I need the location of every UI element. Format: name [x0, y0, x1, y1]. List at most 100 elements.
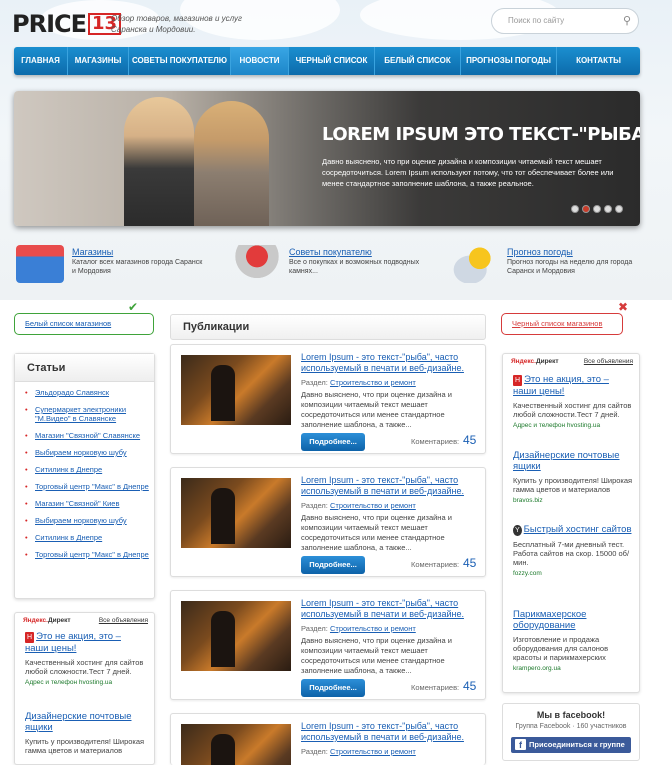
slider-dots	[571, 205, 623, 213]
slider-dot[interactable]	[604, 205, 612, 213]
nav-blacklist[interactable]: ЧЕРНЫЙ СПИСОК	[289, 47, 375, 75]
post-excerpt: Давно выяснено, что при оценке дизайна и…	[301, 636, 452, 675]
hosting-icon: H	[513, 375, 523, 386]
thumbs-up-icon: ✔	[128, 300, 139, 314]
post-section-link[interactable]: Строительство и ремонт	[330, 501, 416, 510]
article-link[interactable]: Супермаркет электроники "М.Видео" в Слав…	[25, 405, 150, 423]
feature-shops-link[interactable]: Магазины	[72, 247, 113, 257]
thumbs-down-icon: ✖	[618, 300, 629, 314]
nav-advice[interactable]: СОВЕТЫ ПОКУПАТЕЛЮ	[129, 47, 231, 75]
post-excerpt: Давно выяснено, что при оценке дизайна и…	[301, 513, 452, 552]
post-section: Раздел: Строительство и ремонт	[301, 747, 416, 756]
ad-item[interactable]: Дизайнерские почтовые ящики Купить у про…	[513, 450, 633, 504]
ad-title[interactable]: Парикмахерское оборудование	[513, 609, 633, 631]
nav-home[interactable]: ГЛАВНАЯ	[14, 47, 68, 75]
nav-shops[interactable]: МАГАЗИНЫ	[68, 47, 129, 75]
ad-url[interactable]: Адрес и телефон hvosting.ua	[25, 679, 145, 686]
post-title[interactable]: Lorem Ipsum - это текст-"рыба", часто ис…	[301, 475, 481, 497]
read-more-button[interactable]: Подробнее...	[301, 433, 365, 451]
article-link[interactable]: Магазин "Связной" Славянске	[25, 431, 150, 440]
article-link[interactable]: Торговый центр "Макс" в Днепре	[25, 550, 150, 559]
ad-item[interactable]: Y Быстрый хостинг сайтов Бесплатный 7-ми …	[513, 524, 633, 577]
comments-label: Коментариев:	[411, 560, 460, 569]
ad-title[interactable]: Это не акция, это – наши цены!	[25, 631, 121, 654]
search-input[interactable]: Поиск по сайту	[491, 8, 639, 34]
ad-title[interactable]: Дизайнерские почтовые ящики	[513, 450, 633, 472]
post-title[interactable]: Lorem Ipsum - это текст-"рыба", часто ис…	[301, 598, 481, 620]
all-ads-link[interactable]: Все объявления	[584, 358, 633, 365]
post-section-link[interactable]: Строительство и ремонт	[330, 747, 416, 756]
white-list-label: Белый список магазинов	[25, 319, 112, 328]
slider-dot[interactable]	[615, 205, 623, 213]
ad-title[interactable]: Быстрый хостинг сайтов	[524, 524, 632, 535]
ad-item[interactable]: H Это не акция, это – наши цены! Качестве…	[513, 374, 633, 429]
ad-url[interactable]: fozzy.com	[513, 570, 633, 577]
article-link[interactable]: Магазин "Связной" Киев	[25, 499, 150, 508]
article-link[interactable]: Торговый центр "Макс" в Днепре	[25, 482, 150, 491]
facebook-title: Мы в facebook!	[536, 710, 606, 720]
slider-dot-active[interactable]	[582, 205, 590, 213]
post-image[interactable]	[181, 724, 291, 765]
black-list-link[interactable]: Черный список магазинов	[501, 313, 623, 335]
hero-slider[interactable]: LOREM IPSUM ЭТО ТЕКСТ-"РЫБА" Давно выясн…	[14, 91, 640, 226]
nav-whitelist[interactable]: БЕЛЫЙ СПИСОК	[375, 47, 461, 75]
post-image[interactable]	[181, 355, 291, 425]
feature-advice-desc: Все о покупках и возможных подводных кам…	[289, 259, 420, 275]
white-list-link[interactable]: Белый список магазинов	[14, 313, 154, 335]
post-section-link[interactable]: Строительство и ремонт	[330, 378, 416, 387]
ad-item[interactable]: Дизайнерские почтовые ящики Купить у про…	[25, 711, 145, 755]
ad-title[interactable]: Дизайнерские почтовые ящики	[25, 711, 145, 733]
slider-photo-woman-1	[124, 97, 194, 226]
post-card: Lorem Ipsum - это текст-"рыба", часто ис…	[170, 467, 486, 577]
fozzy-icon: Y	[513, 525, 522, 536]
site-logo[interactable]: PRICE 13	[12, 8, 122, 40]
article-link[interactable]: Выбираем норковую шубу	[25, 516, 150, 525]
post-image[interactable]	[181, 478, 291, 548]
post-section: Раздел: Строительство и ремонт	[301, 624, 416, 633]
comments-label: Коментариев:	[411, 437, 460, 446]
post-section-link[interactable]: Строительство и ремонт	[330, 624, 416, 633]
nav-weather[interactable]: ПРОГНОЗЫ ПОГОДЫ	[461, 47, 557, 75]
article-link[interactable]: Выбираем норковую шубу	[25, 448, 150, 457]
articles-panel: Статьи Эльдорадо Славянск Супермаркет эл…	[14, 353, 155, 599]
ad-item[interactable]: Парикмахерское оборудование Изготовление…	[513, 609, 633, 672]
post-title[interactable]: Lorem Ipsum - это текст-"рыба", часто ис…	[301, 721, 481, 743]
publications-title: Публикации	[170, 314, 486, 340]
comments-label: Коментариев:	[411, 683, 460, 692]
ad-title[interactable]: Это не акция, это – наши цены!	[513, 374, 609, 397]
feature-shops-desc: Каталог всех магазинов города Саранск и …	[72, 259, 203, 275]
feature-advice-link[interactable]: Советы покупателю	[289, 247, 372, 257]
yandex-direct-label: Яндекс.Директ	[511, 358, 559, 365]
articles-title: Статьи	[15, 354, 154, 382]
ad-body: Изготовление и продажа оборудования для …	[513, 635, 609, 662]
ad-item[interactable]: H Это не акция, это – наши цены! Качестве…	[25, 631, 145, 686]
slider-dot[interactable]	[593, 205, 601, 213]
facebook-subtitle: Группа Facebook · 160 участников	[515, 723, 627, 730]
ad-url[interactable]: krampero.org.ua	[513, 665, 633, 672]
article-link[interactable]: Ситилинк в Днепре	[25, 465, 150, 474]
article-link[interactable]: Ситилинк в Днепре	[25, 533, 150, 542]
comments-count[interactable]: 45	[463, 433, 476, 447]
search-icon[interactable]: ⚲	[623, 14, 631, 27]
article-link[interactable]: Эльдорадо Славянск	[25, 388, 150, 397]
store-icon	[16, 245, 64, 283]
nav-news[interactable]: НОВОСТИ	[231, 47, 289, 75]
comments-count[interactable]: 45	[463, 556, 476, 570]
hosting-icon: H	[25, 632, 35, 643]
feature-weather-link[interactable]: Прогноз погоды	[507, 247, 573, 257]
facebook-join-button[interactable]: f Присоединиться к группе	[511, 737, 631, 753]
all-ads-link[interactable]: Все объявления	[99, 617, 148, 624]
post-image[interactable]	[181, 601, 291, 671]
ad-url[interactable]: Адрес и телефон hvosting.ua	[513, 422, 633, 429]
nav-contacts[interactable]: КОНТАКТЫ	[557, 47, 640, 75]
slider-dot[interactable]	[571, 205, 579, 213]
ad-url[interactable]: bravos.biz	[513, 497, 633, 504]
read-more-button[interactable]: Подробнее...	[301, 679, 365, 697]
post-card: Lorem Ipsum - это текст-"рыба", часто ис…	[170, 713, 486, 765]
ad-body: Качественный хостинг для сайтов любой сл…	[513, 401, 632, 419]
post-title[interactable]: Lorem Ipsum - это текст-"рыба", часто ис…	[301, 352, 481, 374]
cart-icon	[233, 245, 281, 283]
facebook-icon: f	[515, 739, 526, 750]
read-more-button[interactable]: Подробнее...	[301, 556, 365, 574]
comments-count[interactable]: 45	[463, 679, 476, 693]
